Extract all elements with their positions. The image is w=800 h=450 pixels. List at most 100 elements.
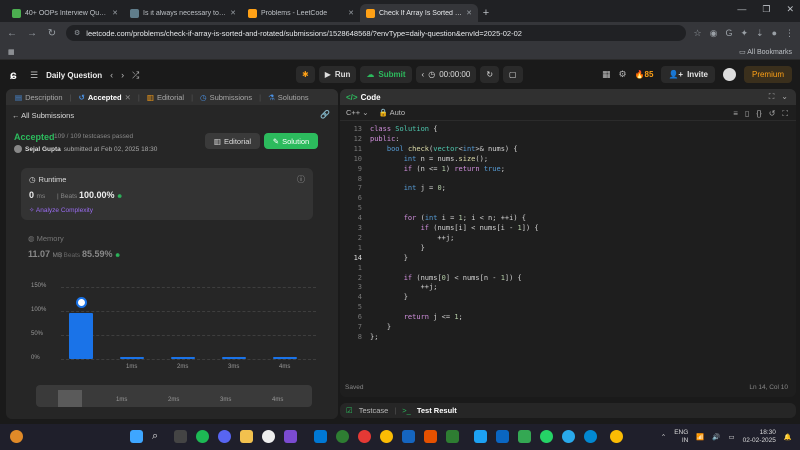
collapse-icon[interactable]: ⌄ <box>781 92 788 102</box>
close-tab-icon[interactable]: ✕ <box>230 9 236 17</box>
daily-question-title[interactable]: Daily Question <box>46 71 102 80</box>
code-line[interactable]: public: <box>370 135 400 145</box>
close-window-icon[interactable]: ✕ <box>786 4 794 15</box>
timer[interactable]: ‹ ◷ 00:00:00 <box>415 66 477 83</box>
discord-icon[interactable] <box>218 430 231 443</box>
code-line[interactable]: }; <box>370 333 378 343</box>
run-button[interactable]: ▶ Run <box>318 66 357 83</box>
code-line[interactable]: for (int i = 1; i < n; ++i) { <box>370 214 526 224</box>
edge-icon[interactable] <box>584 430 597 443</box>
bar-2ms[interactable] <box>171 357 195 359</box>
language-select[interactable]: C++ ⌄ <box>346 108 369 117</box>
debug-button[interactable]: ✱ <box>296 66 315 83</box>
tab-test-result[interactable]: Test Result <box>417 406 457 415</box>
app-green-icon[interactable] <box>336 430 349 443</box>
vscode-icon[interactable] <box>314 430 327 443</box>
memory-header[interactable]: ◍ Memory <box>28 234 64 243</box>
profile-icon[interactable]: ● <box>772 28 777 38</box>
teams-icon[interactable] <box>496 430 509 443</box>
next-icon[interactable]: › <box>121 70 124 80</box>
all-bookmarks[interactable]: ▭ All Bookmarks <box>739 48 792 56</box>
notes-button[interactable]: ▢ <box>503 66 523 83</box>
excel-icon[interactable] <box>446 430 459 443</box>
telegram-icon[interactable] <box>562 430 575 443</box>
menu-lines-icon[interactable]: ≡ <box>733 109 738 119</box>
shuffle-icon[interactable]: ⤮ <box>132 70 139 81</box>
search-icon[interactable]: ⌕ <box>152 430 165 443</box>
file-explorer-icon[interactable] <box>240 430 253 443</box>
twitter-icon[interactable] <box>474 430 487 443</box>
streak-counter[interactable]: 🔥85 <box>635 70 654 79</box>
code-line[interactable]: class Solution { <box>370 125 437 135</box>
reload-icon[interactable]: ↻ <box>46 28 58 39</box>
prev-icon[interactable]: ‹ <box>110 70 113 80</box>
analyze-complexity-link[interactable]: ✧ Analyze Complexity <box>29 206 93 214</box>
close-tab-icon[interactable]: ✕ <box>112 9 118 17</box>
avatar[interactable] <box>722 68 736 81</box>
forward-icon[interactable]: → <box>26 28 38 39</box>
all-submissions-link[interactable]: ← All Submissions <box>12 111 74 120</box>
code-line[interactable]: int n = nums.size(); <box>370 155 488 165</box>
apps-icon[interactable]: ▦ <box>8 48 15 56</box>
whatsapp-icon[interactable] <box>540 430 553 443</box>
google-icon[interactable]: G <box>725 28 732 38</box>
github-icon[interactable] <box>262 430 275 443</box>
premium-button[interactable]: Premium <box>743 66 792 83</box>
menu-icon[interactable]: ⋮ <box>785 28 794 39</box>
chevron-up-icon[interactable]: ⌃ <box>661 433 666 441</box>
chart-range-slider[interactable]: 1ms 2ms 3ms 4ms <box>36 385 312 407</box>
drive-icon[interactable] <box>518 430 531 443</box>
wifi-icon[interactable]: 📶 <box>696 433 704 441</box>
your-submission-marker[interactable] <box>75 297 87 309</box>
tab-submissions[interactable]: ◷ Submissions <box>197 93 255 102</box>
reset-icon[interactable]: ↺ <box>769 109 776 119</box>
code-line[interactable]: ++j; <box>370 234 454 244</box>
tab-editorial[interactable]: ▥ Editorial <box>144 93 187 102</box>
expand-icon[interactable]: ⛶ <box>769 92 775 102</box>
minimize-icon[interactable]: — <box>737 4 746 15</box>
close-tab-icon[interactable]: ✕ <box>348 9 354 17</box>
windows-start-icon[interactable] <box>130 430 143 443</box>
new-tab-icon[interactable]: + <box>478 4 494 22</box>
user-avatar[interactable] <box>14 145 22 153</box>
info-icon[interactable]: ⓘ <box>297 174 305 185</box>
code-line[interactable]: int j = 0; <box>370 184 446 194</box>
code-line[interactable]: } <box>370 244 425 254</box>
close-tab-icon[interactable]: ✕ <box>125 93 131 102</box>
weather-icon[interactable] <box>10 430 23 443</box>
code-line[interactable]: } <box>370 323 391 333</box>
code-line[interactable]: return j <= 1; <box>370 313 463 323</box>
star-icon[interactable]: ☆ <box>694 28 702 39</box>
editorial-button[interactable]: ▥ Editorial <box>205 133 260 149</box>
bar-1ms[interactable] <box>120 357 144 359</box>
puzzle-icon[interactable]: ✦ <box>740 28 748 39</box>
tab-description[interactable]: ▤ Description <box>12 93 66 102</box>
bar-0ms[interactable] <box>69 313 93 359</box>
bookmark-icon[interactable]: ▯ <box>745 109 749 119</box>
submit-button[interactable]: ☁ Submit <box>360 66 412 83</box>
braces-icon[interactable]: {} <box>756 109 761 119</box>
bar-3ms[interactable] <box>222 357 246 359</box>
word-icon[interactable] <box>402 430 415 443</box>
browser-tab[interactable]: Problems - LeetCode ✕ <box>242 4 360 22</box>
browser-tab[interactable]: Check If Array Is Sorted and Ro ✕ <box>360 4 478 22</box>
user-name[interactable]: Sejal Gupta <box>25 146 61 153</box>
close-tab-icon[interactable]: ✕ <box>466 9 472 17</box>
range-thumb[interactable] <box>58 390 82 407</box>
url-input[interactable]: ⚙ leetcode.com/problems/check-if-array-i… <box>66 25 686 41</box>
settings-icon[interactable]: ⚙ <box>618 69 626 80</box>
app-red-icon[interactable] <box>358 430 371 443</box>
clock[interactable]: 18:30 02-02-2025 <box>743 429 776 445</box>
runtime-card[interactable]: ◷ Runtime ⓘ 0 ms | Beats 100.00% ☻ ✧ Anal… <box>21 168 313 220</box>
leetcode-logo-icon[interactable]: ɕ <box>10 68 22 82</box>
maximize-icon[interactable]: ❐ <box>762 4 770 15</box>
back-icon[interactable]: ← <box>6 28 18 39</box>
battery-icon[interactable]: ▭ <box>729 433 735 441</box>
app-icon[interactable] <box>284 430 297 443</box>
code-line[interactable]: if (nums[0] < nums[n - 1]) { <box>370 274 522 284</box>
code-line[interactable]: if (nums[i] < nums[i - 1]) { <box>370 224 539 234</box>
share-icon[interactable]: 🔗 <box>320 110 330 119</box>
extension-icon[interactable]: ◉ <box>710 28 718 39</box>
browser-tab[interactable]: 40+ OOPs Interview Questions ✕ <box>6 4 124 22</box>
code-line[interactable]: } <box>370 254 408 264</box>
